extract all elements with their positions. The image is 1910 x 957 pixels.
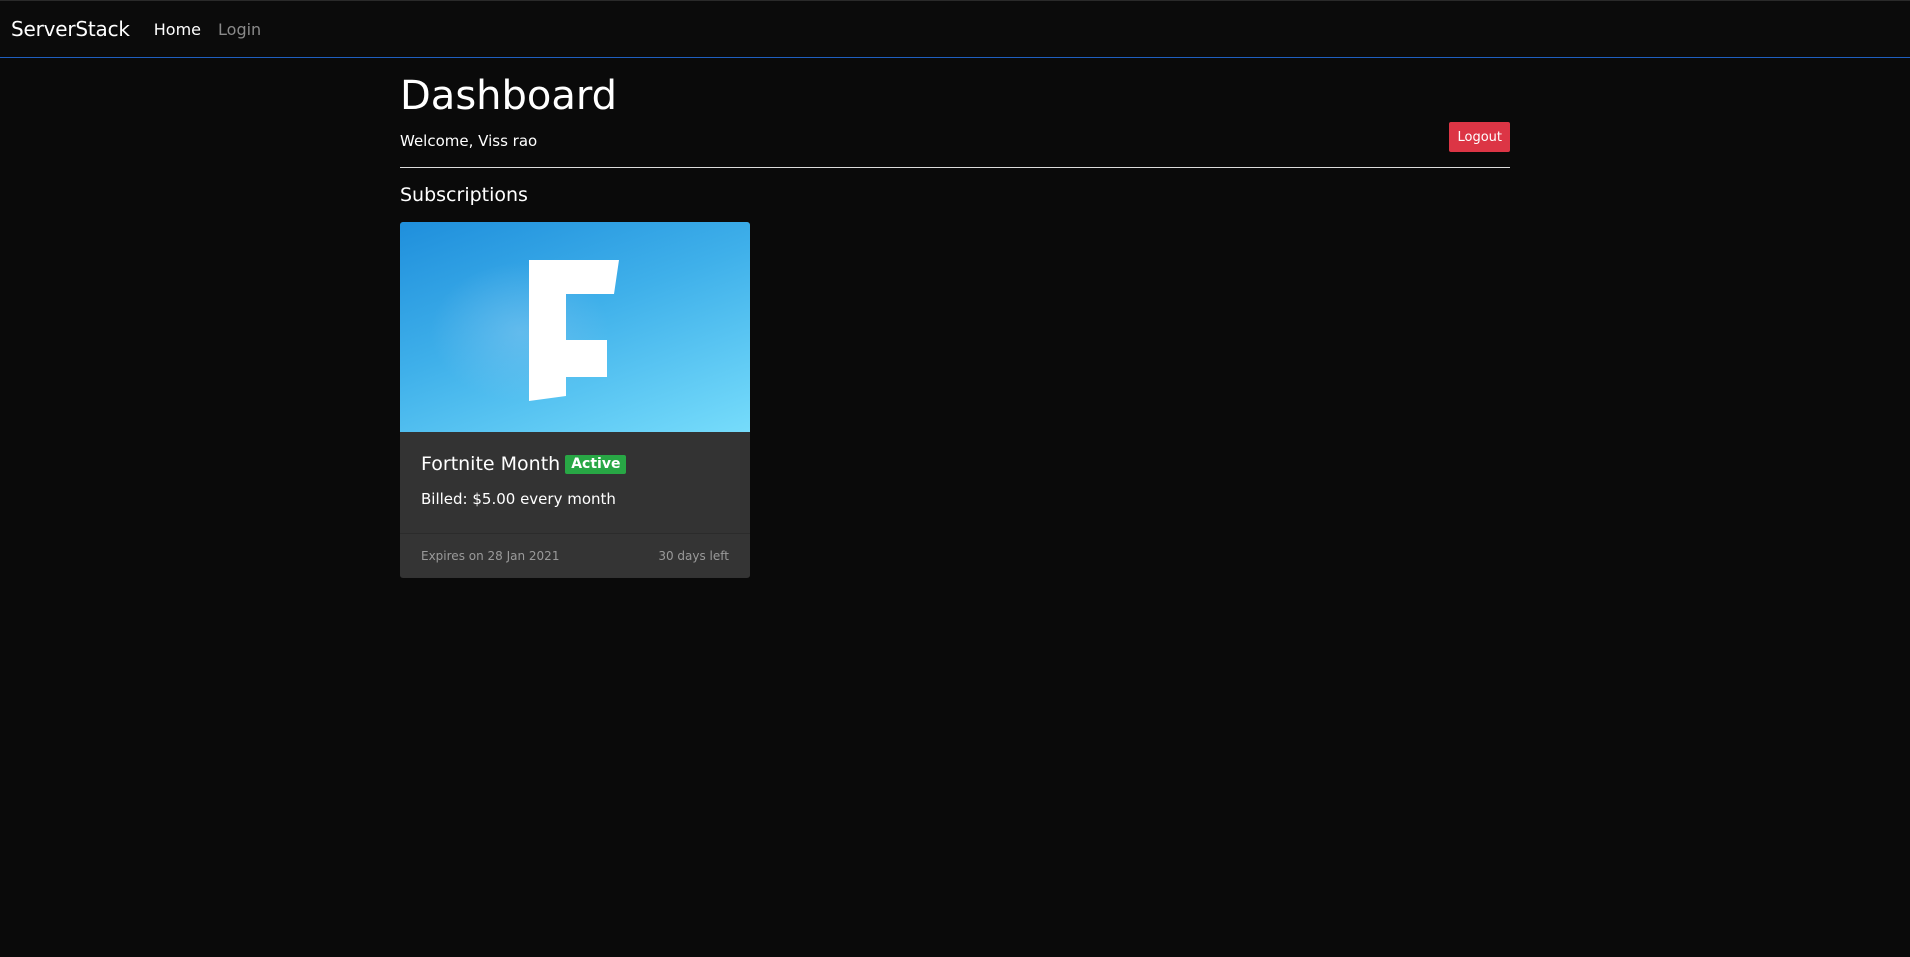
subscription-name: Fortnite Month bbox=[421, 453, 561, 475]
logout-button[interactable]: Logout bbox=[1449, 122, 1510, 152]
subscriptions-heading: Subscriptions bbox=[400, 184, 528, 206]
expiry-text: Expires on 28 Jan 2021 bbox=[421, 548, 560, 563]
card-title-row: Fortnite Month Active bbox=[421, 453, 729, 475]
page-title: Dashboard bbox=[400, 73, 618, 119]
fortnite-logo-icon bbox=[529, 260, 619, 401]
billing-text: Billed: $5.00 every month bbox=[421, 490, 616, 508]
welcome-text: Welcome, Viss rao bbox=[400, 132, 538, 150]
brand-logo[interactable]: ServerStack bbox=[11, 17, 130, 41]
days-left-text: 30 days left bbox=[658, 548, 729, 563]
welcome-row: Welcome, Viss rao Logout bbox=[400, 122, 1510, 168]
card-body: Fortnite Month Active Billed: $5.00 ever… bbox=[400, 432, 750, 534]
nav-link-login[interactable]: Login bbox=[218, 20, 261, 39]
nav-link-home[interactable]: Home bbox=[154, 20, 201, 39]
card-footer: Expires on 28 Jan 2021 30 days left bbox=[400, 534, 750, 577]
subscription-card: Fortnite Month Active Billed: $5.00 ever… bbox=[400, 222, 750, 578]
subscription-image bbox=[400, 222, 750, 432]
top-navbar: ServerStack Home Login bbox=[0, 0, 1910, 58]
main-container: Dashboard Welcome, Viss rao Logout Subsc… bbox=[400, 58, 1510, 578]
status-badge: Active bbox=[565, 454, 627, 474]
